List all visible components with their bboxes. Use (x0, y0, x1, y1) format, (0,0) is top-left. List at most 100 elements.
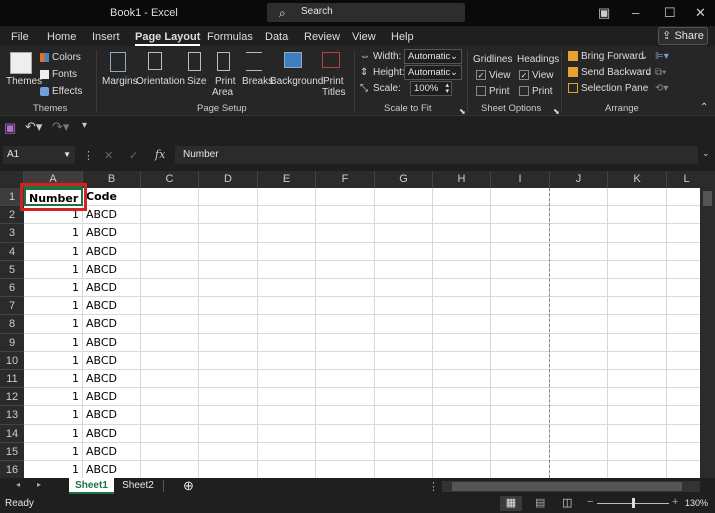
spreadsheet-grid[interactable]: A B C D E F G H I J K L 1 Number Code 2 1 ABCD 3 1 ABCD 4 1 ABC… (0, 171, 700, 478)
send-backward-button[interactable]: Send Backward (581, 67, 651, 78)
cell[interactable] (258, 206, 316, 225)
row-header[interactable]: 14 (0, 424, 24, 443)
cell[interactable] (199, 260, 258, 279)
cell-A8[interactable]: 1 (24, 315, 83, 334)
cell-A6[interactable]: 1 (24, 279, 83, 298)
zoom-level[interactable]: 130% (685, 498, 708, 508)
zoom-slider-thumb[interactable] (632, 498, 635, 508)
row-header[interactable]: 9 (0, 333, 24, 352)
cell[interactable] (316, 351, 375, 370)
cell[interactable] (375, 279, 433, 298)
customize-toolbar-icon[interactable]: ▾ (82, 120, 87, 131)
cell[interactable] (550, 351, 608, 370)
orientation-button[interactable]: Orientation (136, 76, 185, 87)
cell[interactable] (258, 224, 316, 243)
cell[interactable] (199, 279, 258, 298)
cell[interactable] (375, 424, 433, 443)
cell[interactable] (667, 315, 700, 334)
gridlines-view-checkbox[interactable]: ✓ (476, 70, 486, 80)
cell[interactable] (550, 260, 608, 279)
dialog-launcher-icon[interactable]: ⬊ (459, 107, 466, 116)
cell[interactable] (375, 370, 433, 389)
cell[interactable] (608, 260, 667, 279)
cell-B14[interactable]: ABCD (83, 424, 141, 443)
cell[interactable] (433, 242, 491, 261)
cell-A10[interactable]: 1 (24, 351, 83, 370)
cell[interactable] (258, 333, 316, 352)
cell-A5[interactable]: 1 (24, 260, 83, 279)
cell[interactable] (141, 370, 199, 389)
search-box[interactable]: ⌕ Search (267, 3, 465, 22)
expand-formula-icon[interactable]: ⌄ (702, 148, 710, 159)
rotate-icon[interactable]: ⟲▾ (655, 83, 668, 94)
cell[interactable] (375, 461, 433, 478)
cell[interactable] (608, 333, 667, 352)
cell[interactable] (550, 297, 608, 316)
scale-spinner[interactable]: 100% ▴ ▾ (410, 81, 452, 96)
tab-home[interactable]: Home (47, 31, 76, 43)
tab-view[interactable]: View (352, 31, 376, 43)
row-header[interactable]: 5 (0, 260, 24, 279)
cell[interactable] (491, 333, 550, 352)
prev-sheet-icon[interactable]: ◂ (16, 480, 20, 489)
cell[interactable] (199, 406, 258, 425)
horizontal-scrollbar[interactable] (442, 481, 700, 492)
tab-data[interactable]: Data (265, 31, 288, 43)
headings-print-checkbox[interactable] (519, 86, 529, 96)
cell[interactable] (141, 260, 199, 279)
cell[interactable] (199, 370, 258, 389)
cell-A3[interactable]: 1 (24, 224, 83, 243)
cell-A4[interactable]: 1 (24, 242, 83, 261)
cell[interactable] (491, 297, 550, 316)
cell[interactable] (375, 206, 433, 225)
ribbon-display-icon[interactable]: ▣ (598, 5, 610, 21)
cell[interactable] (433, 406, 491, 425)
cell[interactable] (491, 188, 550, 207)
width-dropdown[interactable]: Automatic ⌄ (404, 49, 462, 64)
cell[interactable] (258, 370, 316, 389)
headings-view-checkbox[interactable]: ✓ (519, 70, 529, 80)
print-titles-button[interactable]: Print (323, 76, 344, 87)
cell[interactable] (199, 351, 258, 370)
cell[interactable] (199, 188, 258, 207)
cell[interactable] (550, 442, 608, 461)
cell[interactable] (141, 224, 199, 243)
cell[interactable] (608, 188, 667, 207)
cell[interactable] (550, 224, 608, 243)
cell-B4[interactable]: ABCD (83, 242, 141, 261)
cell[interactable] (141, 461, 199, 478)
cell[interactable] (199, 333, 258, 352)
cell[interactable] (141, 315, 199, 334)
row-header[interactable]: 10 (0, 351, 24, 370)
cell-B5[interactable]: ABCD (83, 260, 141, 279)
cell[interactable] (316, 333, 375, 352)
print-area-button[interactable]: Print (215, 76, 236, 87)
column-header-H[interactable]: H (433, 171, 491, 188)
cell[interactable] (433, 333, 491, 352)
vertical-scrollbar[interactable] (700, 171, 715, 478)
cell[interactable] (667, 443, 700, 461)
row-header[interactable]: 8 (0, 315, 24, 334)
cell[interactable] (375, 388, 433, 407)
column-header-F[interactable]: F (316, 171, 375, 188)
cell[interactable] (608, 388, 667, 407)
cell[interactable] (433, 206, 491, 225)
cell[interactable] (667, 297, 700, 316)
cell[interactable] (375, 224, 433, 243)
cell-A16[interactable]: 1 (24, 461, 83, 478)
cell[interactable] (491, 315, 550, 334)
tab-help[interactable]: Help (391, 31, 414, 43)
column-header-G[interactable]: G (375, 171, 433, 188)
cell[interactable] (258, 424, 316, 443)
cell[interactable] (667, 224, 700, 243)
selection-pane-button[interactable]: Selection Pane (581, 83, 648, 94)
sheet-tab-sheet2[interactable]: Sheet2 (118, 478, 158, 494)
cell[interactable] (608, 206, 667, 225)
cell[interactable] (433, 461, 491, 478)
zoom-out-icon[interactable]: − (587, 496, 593, 508)
cell[interactable] (491, 406, 550, 425)
minimize-button[interactable]: – (632, 5, 639, 20)
cell[interactable] (433, 297, 491, 316)
cell[interactable] (608, 297, 667, 316)
cell[interactable] (375, 297, 433, 316)
